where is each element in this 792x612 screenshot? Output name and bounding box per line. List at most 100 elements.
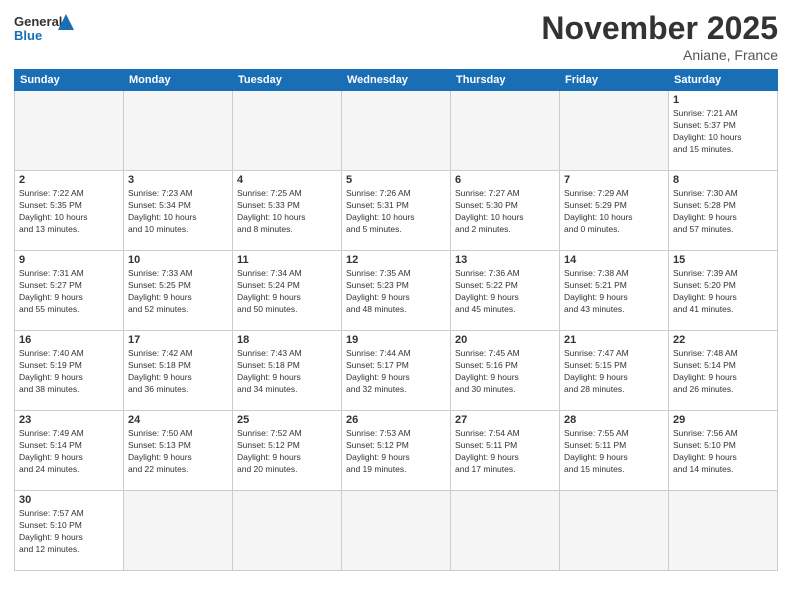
day-cell: 30 Sunrise: 7:57 AMSunset: 5:10 PMDayligh…: [15, 491, 124, 571]
day-cell: 26 Sunrise: 7:53 AMSunset: 5:12 PMDayligh…: [342, 411, 451, 491]
week-row-2: 2 Sunrise: 7:22 AMSunset: 5:35 PMDaylight…: [15, 171, 778, 251]
day-cell: 13 Sunrise: 7:36 AMSunset: 5:22 PMDayligh…: [451, 251, 560, 331]
day-cell: 6Sunrise: 7:27 AMSunset: 5:30 PMDaylight…: [451, 171, 560, 251]
day-cell: 20 Sunrise: 7:45 AMSunset: 5:16 PMDayligh…: [451, 331, 560, 411]
day-cell: [124, 91, 233, 171]
day-number: 30: [19, 494, 119, 506]
day-cell: 24 Sunrise: 7:50 AMSunset: 5:13 PMDayligh…: [124, 411, 233, 491]
day-cell: 17 Sunrise: 7:42 AMSunset: 5:18 PMDayligh…: [124, 331, 233, 411]
svg-text:Blue: Blue: [14, 28, 42, 43]
col-saturday: Saturday: [669, 70, 778, 91]
day-cell: 7Sunrise: 7:29 AMSunset: 5:29 PMDaylight…: [560, 171, 669, 251]
day-info: Sunrise: 7:39 AMSunset: 5:20 PMDaylight:…: [673, 268, 773, 316]
day-number: 29: [673, 414, 773, 426]
week-row-3: 9 Sunrise: 7:31 AMSunset: 5:27 PMDaylight…: [15, 251, 778, 331]
day-cell: 14 Sunrise: 7:38 AMSunset: 5:21 PMDayligh…: [560, 251, 669, 331]
day-number: 24: [128, 414, 228, 426]
day-info: Sunrise: 7:47 AMSunset: 5:15 PMDaylight:…: [564, 348, 664, 396]
calendar: Sunday Monday Tuesday Wednesday Thursday…: [14, 69, 778, 571]
day-info: Sunrise: 7:40 AMSunset: 5:19 PMDaylight:…: [19, 348, 119, 396]
day-cell: 29 Sunrise: 7:56 AMSunset: 5:10 PMDayligh…: [669, 411, 778, 491]
day-cell: 18 Sunrise: 7:43 AMSunset: 5:18 PMDayligh…: [233, 331, 342, 411]
day-info: Sunrise: 7:56 AMSunset: 5:10 PMDaylight:…: [673, 428, 773, 476]
day-number: 10: [128, 254, 228, 266]
day-number: 3: [128, 174, 228, 186]
day-number: 4: [237, 174, 337, 186]
day-info: Sunrise: 7:31 AMSunset: 5:27 PMDaylight:…: [19, 268, 119, 316]
day-number: 14: [564, 254, 664, 266]
day-info: Sunrise: 7:23 AMSunset: 5:34 PMDaylight:…: [128, 188, 228, 236]
day-number: 18: [237, 334, 337, 346]
day-info: Sunrise: 7:38 AMSunset: 5:21 PMDaylight:…: [564, 268, 664, 316]
day-info: Sunrise: 7:55 AMSunset: 5:11 PMDaylight:…: [564, 428, 664, 476]
day-number: 16: [19, 334, 119, 346]
day-cell: [669, 491, 778, 571]
day-info: Sunrise: 7:44 AMSunset: 5:17 PMDaylight:…: [346, 348, 446, 396]
day-cell: [342, 491, 451, 571]
day-cell: [560, 491, 669, 571]
day-number: 9: [19, 254, 119, 266]
day-number: 13: [455, 254, 555, 266]
day-number: 25: [237, 414, 337, 426]
day-cell: 27Sunrise: 7:54 AMSunset: 5:11 PMDayligh…: [451, 411, 560, 491]
day-info: Sunrise: 7:27 AMSunset: 5:30 PMDaylight:…: [455, 188, 555, 236]
day-number: 22: [673, 334, 773, 346]
col-monday: Monday: [124, 70, 233, 91]
day-number: 2: [19, 174, 119, 186]
day-info: Sunrise: 7:45 AMSunset: 5:16 PMDaylight:…: [455, 348, 555, 396]
col-friday: Friday: [560, 70, 669, 91]
day-info: Sunrise: 7:43 AMSunset: 5:18 PMDaylight:…: [237, 348, 337, 396]
calendar-header: Sunday Monday Tuesday Wednesday Thursday…: [15, 70, 778, 91]
day-cell: [342, 91, 451, 171]
day-info: Sunrise: 7:42 AMSunset: 5:18 PMDaylight:…: [128, 348, 228, 396]
day-number: 5: [346, 174, 446, 186]
day-number: 20: [455, 334, 555, 346]
day-info: Sunrise: 7:33 AMSunset: 5:25 PMDaylight:…: [128, 268, 228, 316]
day-cell: [560, 91, 669, 171]
day-cell: [15, 91, 124, 171]
day-info: Sunrise: 7:53 AMSunset: 5:12 PMDaylight:…: [346, 428, 446, 476]
col-tuesday: Tuesday: [233, 70, 342, 91]
day-cell: 8 Sunrise: 7:30 AMSunset: 5:28 PMDaylight…: [669, 171, 778, 251]
logo: General Blue: [14, 10, 74, 46]
day-number: 15: [673, 254, 773, 266]
month-title: November 2025: [541, 10, 778, 47]
day-cell: 12Sunrise: 7:35 AMSunset: 5:23 PMDayligh…: [342, 251, 451, 331]
day-cell: 1Sunrise: 7:21 AMSunset: 5:37 PMDaylight…: [669, 91, 778, 171]
day-number: 17: [128, 334, 228, 346]
week-row-1: 1Sunrise: 7:21 AMSunset: 5:37 PMDaylight…: [15, 91, 778, 171]
day-info: Sunrise: 7:48 AMSunset: 5:14 PMDaylight:…: [673, 348, 773, 396]
day-number: 11: [237, 254, 337, 266]
day-info: Sunrise: 7:22 AMSunset: 5:35 PMDaylight:…: [19, 188, 119, 236]
day-info: Sunrise: 7:36 AMSunset: 5:22 PMDaylight:…: [455, 268, 555, 316]
title-block: November 2025 Aniane, France: [541, 10, 778, 63]
day-number: 26: [346, 414, 446, 426]
col-thursday: Thursday: [451, 70, 560, 91]
day-number: 8: [673, 174, 773, 186]
day-info: Sunrise: 7:52 AMSunset: 5:12 PMDaylight:…: [237, 428, 337, 476]
col-wednesday: Wednesday: [342, 70, 451, 91]
day-cell: 10 Sunrise: 7:33 AMSunset: 5:25 PMDayligh…: [124, 251, 233, 331]
day-cell: 22 Sunrise: 7:48 AMSunset: 5:14 PMDayligh…: [669, 331, 778, 411]
day-cell: 19Sunrise: 7:44 AMSunset: 5:17 PMDayligh…: [342, 331, 451, 411]
day-cell: 21Sunrise: 7:47 AMSunset: 5:15 PMDayligh…: [560, 331, 669, 411]
day-info: Sunrise: 7:34 AMSunset: 5:24 PMDaylight:…: [237, 268, 337, 316]
day-info: Sunrise: 7:57 AMSunset: 5:10 PMDaylight:…: [19, 508, 119, 556]
day-cell: 15 Sunrise: 7:39 AMSunset: 5:20 PMDayligh…: [669, 251, 778, 331]
day-number: 28: [564, 414, 664, 426]
day-cell: 5Sunrise: 7:26 AMSunset: 5:31 PMDaylight…: [342, 171, 451, 251]
day-cell: 3 Sunrise: 7:23 AMSunset: 5:34 PMDaylight…: [124, 171, 233, 251]
day-number: 1: [673, 94, 773, 106]
day-info: Sunrise: 7:30 AMSunset: 5:28 PMDaylight:…: [673, 188, 773, 236]
week-row-4: 16 Sunrise: 7:40 AMSunset: 5:19 PMDayligh…: [15, 331, 778, 411]
svg-text:General: General: [14, 14, 62, 29]
day-cell: 25 Sunrise: 7:52 AMSunset: 5:12 PMDayligh…: [233, 411, 342, 491]
day-cell: 16 Sunrise: 7:40 AMSunset: 5:19 PMDayligh…: [15, 331, 124, 411]
col-sunday: Sunday: [15, 70, 124, 91]
location: Aniane, France: [541, 47, 778, 63]
header: General Blue November 2025 Aniane, Franc…: [14, 10, 778, 63]
day-info: Sunrise: 7:50 AMSunset: 5:13 PMDaylight:…: [128, 428, 228, 476]
day-number: 23: [19, 414, 119, 426]
week-row-5: 23Sunrise: 7:49 AMSunset: 5:14 PMDayligh…: [15, 411, 778, 491]
day-cell: 28 Sunrise: 7:55 AMSunset: 5:11 PMDayligh…: [560, 411, 669, 491]
